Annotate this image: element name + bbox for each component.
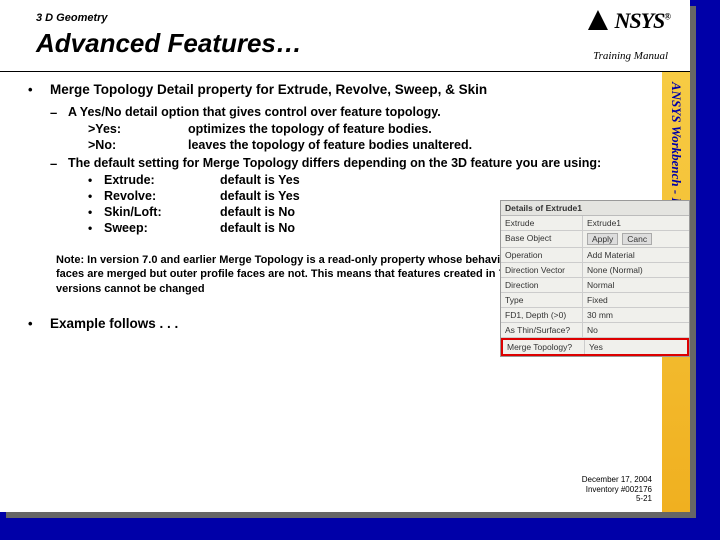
details-title: Details of Extrude1 — [501, 201, 689, 216]
training-manual-label: Training Manual — [593, 50, 668, 62]
footer-inventory: Inventory #002176 — [582, 485, 652, 495]
footer-page: 5-21 — [582, 494, 652, 504]
bullet-heading: • Merge Topology Detail property for Ext… — [28, 82, 650, 97]
apply-button[interactable]: Apply — [587, 233, 618, 245]
fig-row-merge-topology: Merge Topology? Yes — [501, 338, 689, 356]
cancel-button[interactable]: Canc — [622, 233, 652, 245]
sub-bullet-1: – A Yes/No detail option that gives cont… — [50, 105, 650, 120]
fig-row-operation: Operation Add Material — [501, 248, 689, 263]
default-sweep-key: Sweep: — [104, 221, 220, 235]
fig-cell: Base Object — [501, 231, 583, 247]
sub-bullet-1-text: A Yes/No detail option that gives contro… — [68, 105, 650, 120]
fig-cell: None (Normal) — [583, 263, 689, 277]
fig-cell: Type — [501, 293, 583, 307]
default-extrude-val: default is Yes — [220, 173, 300, 187]
fig-cell: FD1, Depth (>0) — [501, 308, 583, 322]
fig-cell: 30 mm — [583, 308, 689, 322]
fig-cell: As Thin/Surface? — [501, 323, 583, 337]
fig-cell: Yes — [585, 340, 687, 354]
fig-row-thin: As Thin/Surface? No — [501, 323, 689, 338]
sub-bullet-2: – The default setting for Merge Topology… — [50, 156, 650, 171]
ansys-logo: NSYS® — [588, 8, 670, 34]
logo-tm: ® — [664, 12, 670, 22]
fig-row-direction-vector: Direction Vector None (Normal) — [501, 263, 689, 278]
option-yes-label: >Yes: — [88, 122, 188, 136]
default-revolve-key: Revolve: — [104, 189, 220, 203]
eyebrow-text: 3 D Geometry — [36, 12, 108, 24]
sub-bullet-2-text: The default setting for Merge Topology d… — [68, 156, 650, 171]
option-yes-text: optimizes the topology of feature bodies… — [188, 122, 432, 136]
fig-cell: Merge Topology? — [503, 340, 585, 354]
fig-row-depth: FD1, Depth (>0) 30 mm — [501, 308, 689, 323]
fig-cell: No — [583, 323, 689, 337]
option-no-text: leaves the topology of feature bodies un… — [188, 138, 472, 152]
fig-cell: Normal — [583, 278, 689, 292]
default-sweep-val: default is No — [220, 221, 295, 235]
footer-date: December 17, 2004 — [582, 475, 652, 485]
fig-row-extrude: Extrude Extrude1 — [501, 216, 689, 231]
heading-text: Merge Topology Detail property for Extru… — [50, 82, 650, 97]
fig-cell: Extrude — [501, 216, 583, 230]
fig-cell: Apply Canc — [583, 231, 689, 247]
default-revolve-val: default is Yes — [220, 189, 300, 203]
option-no-label: >No: — [88, 138, 188, 152]
default-skin-key: Skin/Loft: — [104, 205, 220, 219]
default-extrude-key: Extrude: — [104, 173, 220, 187]
fig-row-type: Type Fixed — [501, 293, 689, 308]
option-yes: >Yes: optimizes the topology of feature … — [88, 122, 650, 136]
fig-cell: Add Material — [583, 248, 689, 262]
fig-cell: Operation — [501, 248, 583, 262]
fig-cell: Extrude1 — [583, 216, 689, 230]
fig-cell: Fixed — [583, 293, 689, 307]
option-no: >No: leaves the topology of feature bodi… — [88, 138, 650, 152]
logo-text: NSYS — [614, 8, 664, 33]
page-title: Advanced Features… — [36, 28, 302, 59]
slide-header: 3 D Geometry Advanced Features… NSYS® Tr… — [0, 0, 690, 72]
fig-cell: Direction — [501, 278, 583, 292]
fig-row-base: Base Object Apply Canc — [501, 231, 689, 248]
fig-cell: Direction Vector — [501, 263, 583, 277]
fig-row-direction: Direction Normal — [501, 278, 689, 293]
default-extrude: • Extrude: default is Yes — [88, 173, 650, 187]
default-skin-val: default is No — [220, 205, 295, 219]
details-panel: Details of Extrude1 Extrude Extrude1 Bas… — [500, 200, 690, 357]
slide-footer: December 17, 2004 Inventory #002176 5-21 — [582, 475, 652, 504]
